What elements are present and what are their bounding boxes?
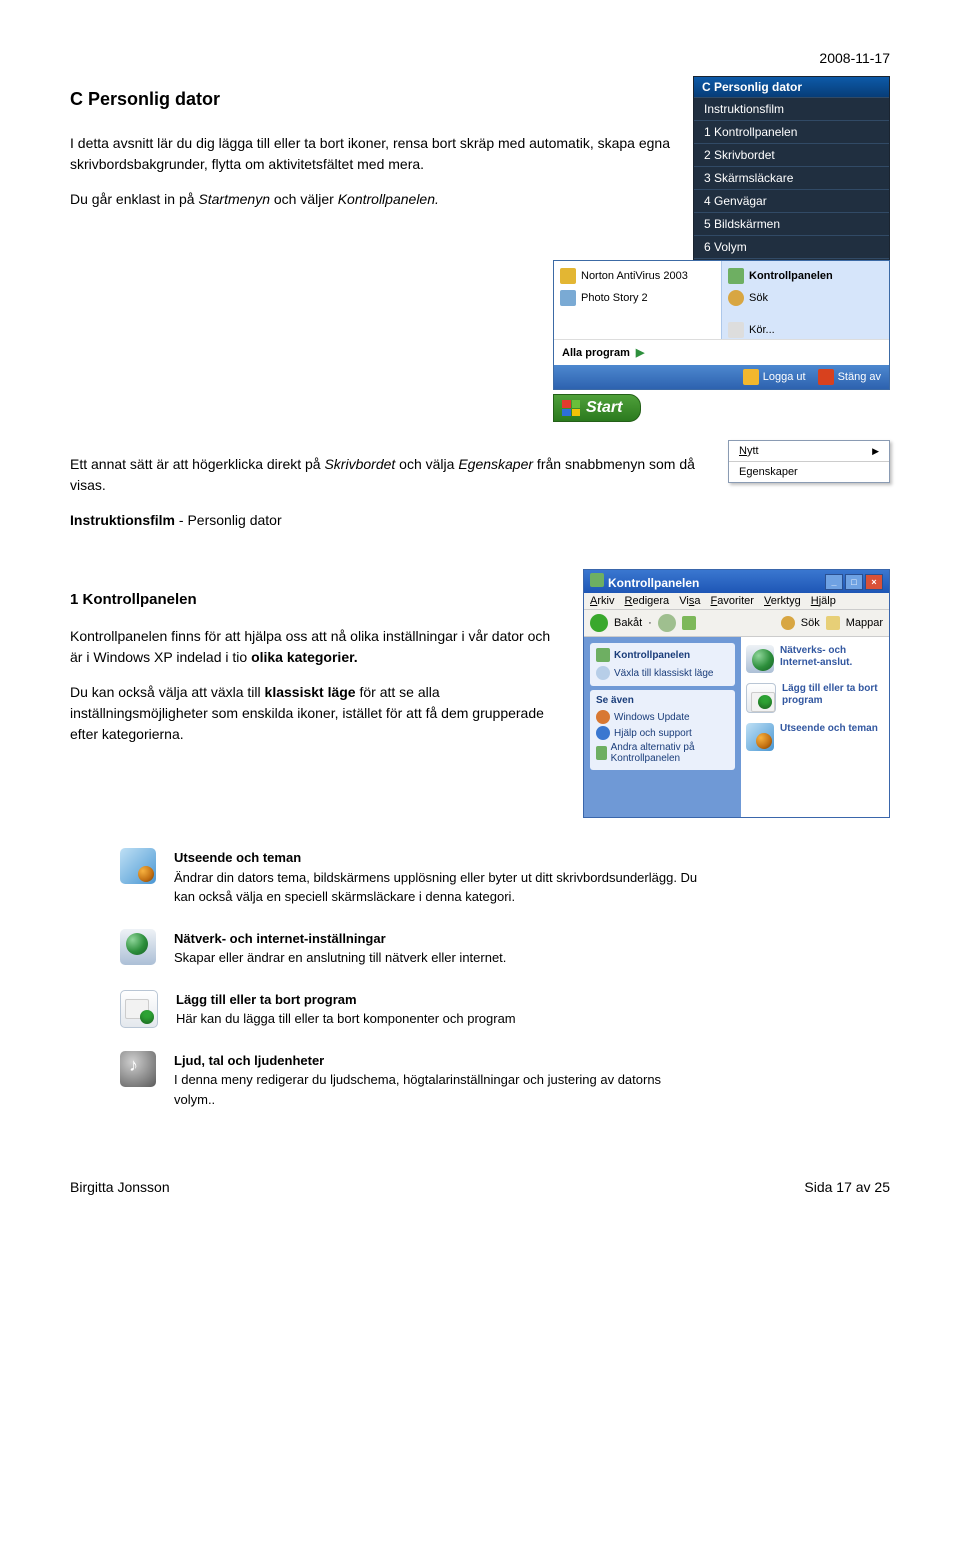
sound-icon	[120, 1051, 156, 1087]
category-row-sound: Ljud, tal och ljudenheterI denna meny re…	[120, 1051, 890, 1110]
window-toolbar: Bakåt · Sök Mappar	[584, 610, 889, 637]
startmenu-item-kor[interactable]: Kör...	[728, 319, 883, 341]
sidepane-box-kp: Kontrollpanelen Växla till klassiskt läg…	[590, 643, 735, 686]
sidepane-item[interactable]: Windows Update	[596, 709, 729, 725]
forward-button[interactable]	[658, 614, 676, 632]
kp-category[interactable]: Utseende och teman	[746, 723, 884, 751]
controlpanel-icon	[590, 573, 604, 587]
nav-item[interactable]: 4 Genvägar	[694, 189, 889, 212]
arrow-right-icon: ▶	[636, 346, 644, 359]
menu-verktyg[interactable]: Verktyg	[764, 595, 801, 607]
startmenu-paragraph: Du går enklast in på Startmenyn och välj…	[70, 189, 673, 210]
nav-item[interactable]: 3 Skärmsläckare	[694, 166, 889, 189]
startmenu-allprograms[interactable]: Alla program ▶	[554, 339, 889, 365]
section-1-p2: Du kan också välja att växla till klassi…	[70, 682, 563, 745]
windows-logo-icon	[562, 400, 580, 416]
sidepane-item[interactable]: Andra alternativ på Kontrollpanelen	[596, 741, 729, 765]
startmenu-item[interactable]: Norton AntiVirus 2003	[560, 265, 715, 287]
winupdate-icon	[596, 710, 610, 724]
run-icon	[728, 322, 744, 338]
section-1-p1: Kontrollpanelen finns för att hjälpa oss…	[70, 626, 563, 668]
menu-hjalp[interactable]: Hjälp	[811, 595, 836, 607]
addremove-icon	[746, 683, 776, 713]
category-row-addremove: Lägg till eller ta bort programHär kan d…	[120, 990, 890, 1029]
antivirus-icon	[560, 268, 576, 284]
minimize-button[interactable]: _	[825, 574, 843, 590]
nav-item[interactable]: Instruktionsfilm	[694, 97, 889, 120]
photostory-icon	[560, 290, 576, 306]
search-label: Sök	[801, 617, 820, 629]
nav-panel-header: C Personlig dator	[694, 77, 889, 97]
intro-paragraph: I detta avsnitt lär du dig lägga till el…	[70, 133, 673, 175]
close-button[interactable]: ×	[865, 574, 883, 590]
addremove-icon	[120, 990, 158, 1028]
nav-panel: C Personlig dator Instruktionsfilm 1 Kon…	[693, 76, 890, 282]
nav-item[interactable]: 2 Skrivbordet	[694, 143, 889, 166]
shutdown-icon	[818, 369, 834, 385]
startmenu-logout[interactable]: Logga ut	[743, 369, 806, 385]
search-icon	[728, 290, 744, 306]
startmenu-figure: Norton AntiVirus 2003 Photo Story 2 Kont…	[553, 260, 890, 390]
controlpanel-icon	[596, 746, 607, 760]
arrow-icon	[596, 666, 610, 680]
document-date: 2008-11-17	[70, 50, 890, 66]
kp-main-area: Nätverks- och Internet-anslut. Lägg till…	[741, 637, 889, 817]
network-icon	[120, 929, 156, 965]
sidepane-box-seealso: Se även Windows Update Hjälp och support…	[590, 690, 735, 770]
kp-category[interactable]: Lägg till eller ta bort program	[746, 683, 884, 713]
maximize-button[interactable]: □	[845, 574, 863, 590]
start-button[interactable]: Start	[553, 394, 641, 422]
category-row-network: Nätverk- och internet-inställningarSkapa…	[120, 929, 890, 968]
startmenu-item[interactable]: Photo Story 2	[560, 287, 715, 309]
switch-classic-link[interactable]: Växla till klassiskt läge	[596, 665, 729, 681]
startmenu-item-kontrollpanelen[interactable]: Kontrollpanelen	[728, 265, 883, 287]
category-list: Utseende och temanÄndrar din dators tema…	[70, 848, 890, 1109]
nav-item[interactable]: 5 Bildskärmen	[694, 212, 889, 235]
kontrollpanelen-window: Kontrollpanelen _ □ × Arkiv Redigera Vis…	[583, 569, 890, 818]
menu-redigera[interactable]: Redigera	[625, 595, 670, 607]
theme-icon	[120, 848, 156, 884]
startmenu-item-sok[interactable]: Sök	[728, 287, 883, 309]
kp-category[interactable]: Nätverks- och Internet-anslut.	[746, 645, 884, 673]
folders-icon[interactable]	[826, 616, 840, 630]
footer-author: Birgitta Jonsson	[70, 1179, 170, 1195]
logout-icon	[743, 369, 759, 385]
back-button[interactable]	[590, 614, 608, 632]
rightclick-paragraph: Ett annat sätt är att högerklicka direkt…	[70, 454, 708, 496]
controlpanel-icon	[596, 648, 610, 662]
help-icon	[596, 726, 610, 740]
submenu-arrow-icon: ▶	[872, 446, 879, 457]
section-1-heading: 1 Kontrollpanelen	[70, 589, 563, 612]
footer-page: Sida 17 av 25	[804, 1179, 890, 1195]
context-menu: NNyttytt ▶ Egenskaper	[728, 440, 890, 483]
window-titlebar: Kontrollpanelen _ □ ×	[584, 570, 889, 593]
page-title: C Personlig dator	[70, 86, 673, 113]
menu-visa[interactable]: Visa	[679, 595, 700, 607]
network-icon	[746, 645, 774, 673]
nav-item[interactable]: 1 Kontrollpanelen	[694, 120, 889, 143]
category-row-theme: Utseende och temanÄndrar din dators tema…	[120, 848, 890, 907]
menu-favoriter[interactable]: Favoriter	[711, 595, 754, 607]
back-label: Bakåt	[614, 617, 642, 629]
instruktionsfilm-line: Instruktionsfilm - Personlig dator	[70, 510, 708, 531]
nav-item[interactable]: 6 Volym	[694, 235, 889, 258]
page-footer: Birgitta Jonsson Sida 17 av 25	[70, 1179, 890, 1195]
context-menu-egenskaper[interactable]: Egenskaper	[729, 461, 889, 482]
menu-arkiv[interactable]: Arkiv	[590, 595, 614, 607]
theme-icon	[746, 723, 774, 751]
up-icon[interactable]	[682, 616, 696, 630]
startmenu-shutdown[interactable]: Stäng av	[818, 369, 881, 385]
folders-label: Mappar	[846, 617, 883, 629]
context-menu-nytt[interactable]: NNyttytt ▶	[729, 441, 889, 461]
controlpanel-icon	[728, 268, 744, 284]
search-icon[interactable]	[781, 616, 795, 630]
window-menubar: Arkiv Redigera Visa Favoriter Verktyg Hj…	[584, 593, 889, 610]
sidepane-item[interactable]: Hjälp och support	[596, 725, 729, 741]
